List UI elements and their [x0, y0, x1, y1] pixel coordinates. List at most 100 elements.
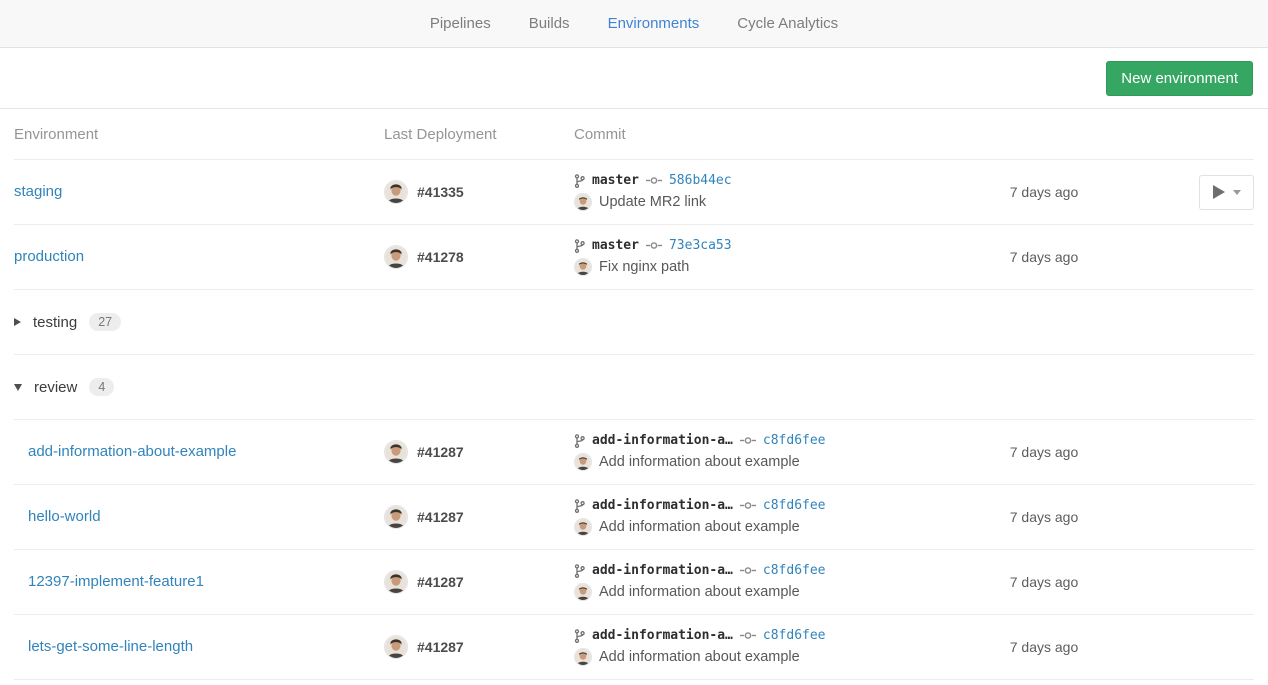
deployment-build-id[interactable]: #41287 [417, 509, 464, 525]
git-commit-icon [740, 436, 756, 445]
git-branch-icon [574, 629, 585, 643]
commit-message[interactable]: Update MR2 link [599, 194, 706, 210]
commit-author-avatar[interactable] [574, 193, 592, 211]
deployment-build-id[interactable]: #41287 [417, 574, 464, 590]
commit-message[interactable]: Add information about example [599, 649, 800, 665]
deployment-build-id[interactable]: #41287 [417, 444, 464, 460]
environment-row: staging #41335 [14, 160, 1254, 225]
environment-link[interactable]: lets-get-some-line-length [28, 638, 193, 655]
new-environment-button[interactable]: New environment [1106, 61, 1253, 96]
branch-name[interactable]: add-information-a… [592, 433, 733, 448]
deployer-avatar[interactable] [384, 635, 408, 659]
commit-cell: add-information-a… c8fd6fee A [574, 433, 984, 471]
environment-folder-row: review 4 [14, 355, 1254, 420]
tab-cycle-analytics[interactable]: Cycle Analytics [737, 0, 838, 48]
environment-row: 12397-implement-feature1 #41287 [14, 550, 1254, 615]
tab-environments[interactable]: Environments [608, 0, 700, 48]
commit-message[interactable]: Add information about example [599, 454, 800, 470]
git-branch-icon [574, 434, 585, 448]
deployed-time: 7 days ago [984, 574, 1104, 590]
row-actions [1104, 435, 1254, 470]
deployer-avatar[interactable] [384, 440, 408, 464]
folder-name: review [34, 379, 77, 396]
project-sub-nav: Pipelines Builds Environments Cycle Analyti… [0, 0, 1268, 48]
environment-folder-row: testing 27 [14, 290, 1254, 355]
commit-cell: master 73e3ca53 Fix nginx pat [574, 238, 984, 276]
commit-cell: add-information-a… c8fd6fee A [574, 628, 984, 666]
environment-link[interactable]: add-information-about-example [28, 443, 236, 460]
environments-table-header: Environment Last Deployment Commit [14, 109, 1254, 160]
deployed-time: 7 days ago [984, 444, 1104, 460]
commit-sha-link[interactable]: c8fd6fee [763, 433, 826, 448]
deployed-time: 7 days ago [984, 249, 1104, 265]
commit-sha-link[interactable]: 586b44ec [669, 173, 732, 188]
environment-name-cell: production [14, 248, 384, 266]
git-branch-icon [574, 174, 585, 188]
branch-name[interactable]: master [592, 238, 639, 253]
environment-row: lets-get-some-line-length #41287 [14, 615, 1254, 680]
deployment-build-id[interactable]: #41335 [417, 184, 464, 200]
play-dropdown-button[interactable] [1199, 175, 1254, 210]
environment-name-cell: add-information-about-example [14, 443, 384, 461]
commit-message[interactable]: Fix nginx path [599, 259, 689, 275]
last-deployment-cell: #41287 [384, 505, 574, 529]
environment-link[interactable]: hello-world [28, 508, 101, 525]
environment-name-cell: lets-get-some-line-length [14, 638, 384, 656]
last-deployment-cell: #41335 [384, 180, 574, 204]
deployer-avatar[interactable] [384, 505, 408, 529]
deployment-build-id[interactable]: #41287 [417, 639, 464, 655]
commit-sha-link[interactable]: c8fd6fee [763, 563, 826, 578]
environment-link[interactable]: 12397-implement-feature1 [28, 573, 204, 590]
environment-row: production #41278 [14, 225, 1254, 290]
folder-count-badge: 4 [89, 378, 114, 397]
commit-author-avatar[interactable] [574, 518, 592, 536]
row-actions [1104, 500, 1254, 535]
commit-cell: add-information-a… c8fd6fee A [574, 563, 984, 601]
environment-name-cell: staging [14, 183, 384, 201]
branch-name[interactable]: master [592, 173, 639, 188]
commit-author-avatar[interactable] [574, 453, 592, 471]
git-branch-icon [574, 499, 585, 513]
commit-cell: master 586b44ec Update MR2 li [574, 173, 984, 211]
last-deployment-cell: #41287 [384, 440, 574, 464]
commit-author-avatar[interactable] [574, 583, 592, 601]
deployer-avatar[interactable] [384, 245, 408, 269]
deployment-build-id[interactable]: #41278 [417, 249, 464, 265]
folder-toggle[interactable]: review 4 [14, 378, 1254, 397]
deployed-time: 7 days ago [984, 509, 1104, 525]
branch-name[interactable]: add-information-a… [592, 498, 733, 513]
commit-author-avatar[interactable] [574, 258, 592, 276]
branch-name[interactable]: add-information-a… [592, 563, 733, 578]
folder-name: testing [33, 314, 77, 331]
environment-link[interactable]: staging [14, 183, 62, 200]
folder-count-badge: 27 [89, 313, 121, 332]
tab-builds[interactable]: Builds [529, 0, 570, 48]
last-deployment-cell: #41287 [384, 635, 574, 659]
commit-author-avatar[interactable] [574, 648, 592, 666]
tab-pipelines[interactable]: Pipelines [430, 0, 491, 48]
git-commit-icon [740, 566, 756, 575]
commit-sha-link[interactable]: c8fd6fee [763, 628, 826, 643]
deployed-time: 7 days ago [984, 184, 1104, 200]
commit-sha-link[interactable]: 73e3ca53 [669, 238, 732, 253]
commit-message[interactable]: Add information about example [599, 519, 800, 535]
environments-table: Environment Last Deployment Commit stagi… [14, 109, 1254, 680]
branch-name[interactable]: add-information-a… [592, 628, 733, 643]
folder-toggle[interactable]: testing 27 [14, 313, 1254, 332]
caret-down-icon [1233, 190, 1241, 195]
git-commit-icon [646, 241, 662, 250]
git-commit-icon [646, 176, 662, 185]
environment-link[interactable]: production [14, 248, 84, 265]
row-actions [1104, 630, 1254, 665]
deployer-avatar[interactable] [384, 570, 408, 594]
git-commit-icon [740, 631, 756, 640]
play-icon [1213, 185, 1225, 199]
column-header-commit: Commit [574, 126, 984, 143]
commit-sha-link[interactable]: c8fd6fee [763, 498, 826, 513]
folder-caret-icon [14, 384, 22, 391]
environment-row: add-information-about-example #41287 [14, 420, 1254, 485]
environment-row: hello-world #41287 [14, 485, 1254, 550]
commit-message[interactable]: Add information about example [599, 584, 800, 600]
column-header-environment: Environment [14, 126, 384, 143]
deployer-avatar[interactable] [384, 180, 408, 204]
